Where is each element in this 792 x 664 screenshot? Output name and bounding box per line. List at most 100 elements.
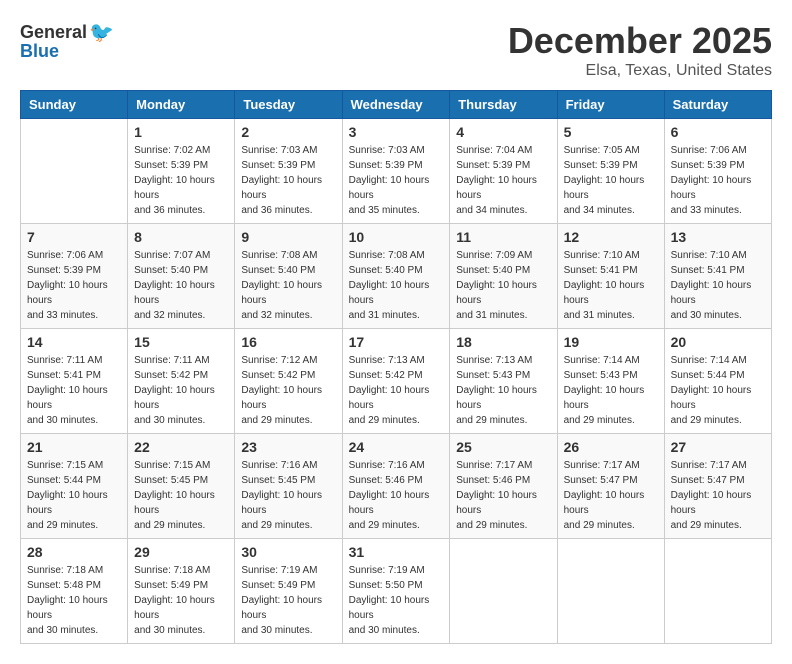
- calendar-cell: 24 Sunrise: 7:16 AMSunset: 5:46 PMDayligh…: [342, 434, 450, 539]
- day-info: Sunrise: 7:08 AMSunset: 5:40 PMDaylight:…: [349, 248, 444, 323]
- day-number: 6: [671, 124, 765, 140]
- day-number: 26: [564, 439, 658, 455]
- day-number: 31: [349, 544, 444, 560]
- day-number: 21: [27, 439, 121, 455]
- day-info: Sunrise: 7:15 AMSunset: 5:45 PMDaylight:…: [134, 458, 228, 533]
- calendar-cell: 1 Sunrise: 7:02 AMSunset: 5:39 PMDaylight…: [128, 119, 235, 224]
- logo: General 🐦 Blue: [20, 20, 114, 62]
- day-number: 20: [671, 334, 765, 350]
- day-number: 22: [134, 439, 228, 455]
- day-info: Sunrise: 7:19 AMSunset: 5:50 PMDaylight:…: [349, 563, 444, 638]
- weekday-header-tuesday: Tuesday: [235, 91, 342, 119]
- day-number: 24: [349, 439, 444, 455]
- day-number: 11: [456, 229, 550, 245]
- calendar-cell: 16Sunrise: 7:12 AMSunset: 5:42 PMDayligh…: [235, 329, 342, 434]
- week-row-3: 14 Sunrise: 7:11 AMSunset: 5:41 PMDayligh…: [21, 329, 772, 434]
- calendar-cell: 10 Sunrise: 7:08 AMSunset: 5:40 PMDayligh…: [342, 224, 450, 329]
- logo-blue: Blue: [20, 41, 59, 62]
- logo-general: General: [20, 22, 87, 43]
- week-row-2: 7 Sunrise: 7:06 AMSunset: 5:39 PMDaylight…: [21, 224, 772, 329]
- calendar-cell: 26Sunrise: 7:17 AMSunset: 5:47 PMDayligh…: [557, 434, 664, 539]
- calendar-cell: 19 Sunrise: 7:14 AMSunset: 5:43 PMDayligh…: [557, 329, 664, 434]
- calendar-cell: 18Sunrise: 7:13 AMSunset: 5:43 PMDayligh…: [450, 329, 557, 434]
- calendar-cell: 4Sunrise: 7:04 AMSunset: 5:39 PMDaylight…: [450, 119, 557, 224]
- calendar-cell: [21, 119, 128, 224]
- calendar-cell: 5 Sunrise: 7:05 AMSunset: 5:39 PMDaylight…: [557, 119, 664, 224]
- day-number: 12: [564, 229, 658, 245]
- day-number: 28: [27, 544, 121, 560]
- location-title: Elsa, Texas, United States: [508, 62, 772, 80]
- day-info: Sunrise: 7:14 AMSunset: 5:43 PMDaylight:…: [564, 353, 658, 428]
- calendar-cell: [557, 539, 664, 644]
- calendar-cell: [450, 539, 557, 644]
- week-row-4: 21 Sunrise: 7:15 AMSunset: 5:44 PMDayligh…: [21, 434, 772, 539]
- day-number: 30: [241, 544, 335, 560]
- day-info: Sunrise: 7:16 AMSunset: 5:46 PMDaylight:…: [349, 458, 444, 533]
- calendar-cell: 21 Sunrise: 7:15 AMSunset: 5:44 PMDayligh…: [21, 434, 128, 539]
- calendar-cell: 17 Sunrise: 7:13 AMSunset: 5:42 PMDayligh…: [342, 329, 450, 434]
- day-info: Sunrise: 7:11 AMSunset: 5:41 PMDaylight:…: [27, 353, 121, 428]
- header: General 🐦 Blue December 2025 Elsa, Texas…: [20, 20, 772, 80]
- day-number: 4: [456, 124, 550, 140]
- day-info: Sunrise: 7:14 AMSunset: 5:44 PMDaylight:…: [671, 353, 765, 428]
- day-number: 8: [134, 229, 228, 245]
- day-number: 27: [671, 439, 765, 455]
- calendar-cell: 20 Sunrise: 7:14 AMSunset: 5:44 PMDayligh…: [664, 329, 771, 434]
- week-row-5: 28 Sunrise: 7:18 AMSunset: 5:48 PMDayligh…: [21, 539, 772, 644]
- calendar-cell: 6 Sunrise: 7:06 AMSunset: 5:39 PMDaylight…: [664, 119, 771, 224]
- day-number: 7: [27, 229, 121, 245]
- calendar-cell: 2 Sunrise: 7:03 AMSunset: 5:39 PMDaylight…: [235, 119, 342, 224]
- day-number: 25: [456, 439, 550, 455]
- day-number: 2: [241, 124, 335, 140]
- calendar-cell: 25 Sunrise: 7:17 AMSunset: 5:46 PMDayligh…: [450, 434, 557, 539]
- day-info: Sunrise: 7:06 AMSunset: 5:39 PMDaylight:…: [671, 143, 765, 218]
- day-info: Sunrise: 7:13 AMSunset: 5:43 PMDaylight:…: [456, 353, 550, 428]
- day-number: 1: [134, 124, 228, 140]
- day-info: Sunrise: 7:03 AMSunset: 5:39 PMDaylight:…: [241, 143, 335, 218]
- day-number: 29: [134, 544, 228, 560]
- day-number: 14: [27, 334, 121, 350]
- day-number: 10: [349, 229, 444, 245]
- weekday-header-row: SundayMondayTuesdayWednesdayThursdayFrid…: [21, 91, 772, 119]
- calendar-cell: 12 Sunrise: 7:10 AMSunset: 5:41 PMDayligh…: [557, 224, 664, 329]
- calendar-cell: 29 Sunrise: 7:18 AMSunset: 5:49 PMDayligh…: [128, 539, 235, 644]
- day-number: 19: [564, 334, 658, 350]
- weekday-header-wednesday: Wednesday: [342, 91, 450, 119]
- weekday-header-saturday: Saturday: [664, 91, 771, 119]
- day-info: Sunrise: 7:16 AMSunset: 5:45 PMDaylight:…: [241, 458, 335, 533]
- calendar: SundayMondayTuesdayWednesdayThursdayFrid…: [20, 90, 772, 644]
- title-area: December 2025 Elsa, Texas, United States: [508, 20, 772, 80]
- day-number: 15: [134, 334, 228, 350]
- weekday-header-thursday: Thursday: [450, 91, 557, 119]
- day-info: Sunrise: 7:02 AMSunset: 5:39 PMDaylight:…: [134, 143, 228, 218]
- day-number: 3: [349, 124, 444, 140]
- weekday-header-monday: Monday: [128, 91, 235, 119]
- day-number: 17: [349, 334, 444, 350]
- day-info: Sunrise: 7:08 AMSunset: 5:40 PMDaylight:…: [241, 248, 335, 323]
- day-info: Sunrise: 7:15 AMSunset: 5:44 PMDaylight:…: [27, 458, 121, 533]
- calendar-cell: 28 Sunrise: 7:18 AMSunset: 5:48 PMDayligh…: [21, 539, 128, 644]
- day-info: Sunrise: 7:19 AMSunset: 5:49 PMDaylight:…: [241, 563, 335, 638]
- day-info: Sunrise: 7:06 AMSunset: 5:39 PMDaylight:…: [27, 248, 121, 323]
- day-info: Sunrise: 7:10 AMSunset: 5:41 PMDaylight:…: [671, 248, 765, 323]
- calendar-cell: 15Sunrise: 7:11 AMSunset: 5:42 PMDayligh…: [128, 329, 235, 434]
- day-info: Sunrise: 7:05 AMSunset: 5:39 PMDaylight:…: [564, 143, 658, 218]
- day-info: Sunrise: 7:12 AMSunset: 5:42 PMDaylight:…: [241, 353, 335, 428]
- calendar-cell: 31 Sunrise: 7:19 AMSunset: 5:50 PMDayligh…: [342, 539, 450, 644]
- calendar-cell: 30 Sunrise: 7:19 AMSunset: 5:49 PMDayligh…: [235, 539, 342, 644]
- calendar-cell: 22 Sunrise: 7:15 AMSunset: 5:45 PMDayligh…: [128, 434, 235, 539]
- day-info: Sunrise: 7:10 AMSunset: 5:41 PMDaylight:…: [564, 248, 658, 323]
- weekday-header-sunday: Sunday: [21, 91, 128, 119]
- day-info: Sunrise: 7:18 AMSunset: 5:48 PMDaylight:…: [27, 563, 121, 638]
- calendar-cell: 14 Sunrise: 7:11 AMSunset: 5:41 PMDayligh…: [21, 329, 128, 434]
- day-number: 5: [564, 124, 658, 140]
- calendar-cell: 8 Sunrise: 7:07 AMSunset: 5:40 PMDaylight…: [128, 224, 235, 329]
- calendar-cell: 9 Sunrise: 7:08 AMSunset: 5:40 PMDaylight…: [235, 224, 342, 329]
- day-number: 9: [241, 229, 335, 245]
- day-info: Sunrise: 7:17 AMSunset: 5:47 PMDaylight:…: [671, 458, 765, 533]
- day-info: Sunrise: 7:13 AMSunset: 5:42 PMDaylight:…: [349, 353, 444, 428]
- day-number: 23: [241, 439, 335, 455]
- day-info: Sunrise: 7:17 AMSunset: 5:46 PMDaylight:…: [456, 458, 550, 533]
- day-info: Sunrise: 7:18 AMSunset: 5:49 PMDaylight:…: [134, 563, 228, 638]
- day-info: Sunrise: 7:07 AMSunset: 5:40 PMDaylight:…: [134, 248, 228, 323]
